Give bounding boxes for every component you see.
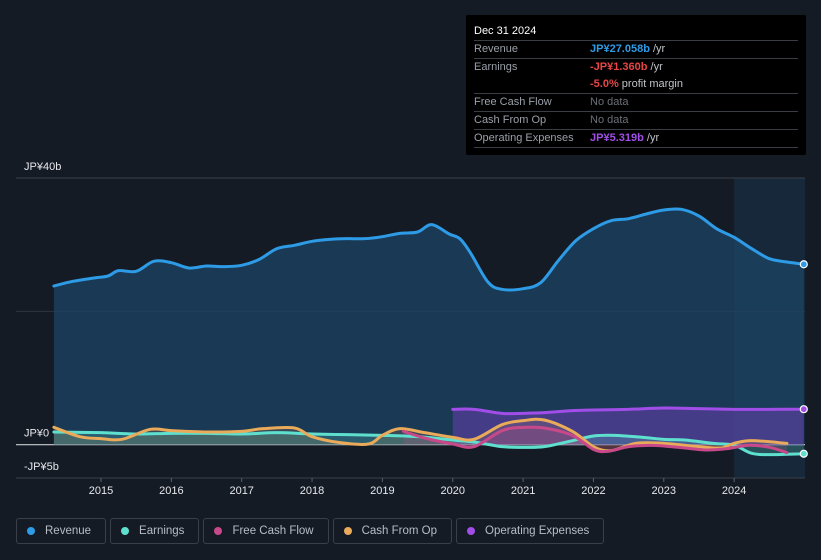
- legend-dot-icon: [467, 527, 476, 535]
- legend-label: Free Cash Flow: [232, 525, 314, 537]
- legend-item-cash-from-op[interactable]: Cash From Op: [332, 518, 453, 544]
- y-tick-label: -JP¥5b: [24, 461, 59, 473]
- tooltip-value: -JP¥1.360b /yr: [590, 61, 663, 73]
- tooltip-label: Operating Expenses: [474, 132, 574, 144]
- legend-label: Earnings: [139, 525, 185, 537]
- tooltip-value: JP¥27.058b /yr: [590, 43, 666, 55]
- tooltip-row: Cash From Op No data: [474, 112, 798, 130]
- tooltip-date: Dec 31 2024: [474, 23, 798, 41]
- y-tick-label: JP¥0: [24, 428, 49, 440]
- legend: Revenue Earnings Free Cash Flow Cash From O…: [16, 518, 605, 544]
- x-tick-label: 2020: [441, 485, 465, 497]
- legend-dot-icon: [27, 527, 35, 535]
- tooltip-label: Revenue: [474, 43, 519, 55]
- tooltip: Dec 31 2024 Revenue JP¥27.058b /yr Earning…: [466, 15, 806, 155]
- legend-dot-icon: [343, 527, 352, 535]
- tooltip-row: Earnings -JP¥1.360b /yr: [474, 59, 798, 76]
- x-tick-label: 2016: [159, 485, 183, 497]
- legend-label: Revenue: [45, 525, 92, 537]
- marker-revenue: [799, 260, 808, 269]
- x-tick-label: 2022: [581, 485, 605, 497]
- legend-label: Operating Expenses: [485, 525, 590, 537]
- tooltip-value: JP¥5.319b /yr: [590, 132, 660, 144]
- tooltip-row: Operating Expenses JP¥5.319b /yr: [474, 130, 798, 148]
- tooltip-value: -5.0% profit margin: [590, 78, 683, 90]
- tooltip-value: No data: [590, 96, 629, 108]
- x-axis: 2015 2016 2017 2018 2019 2020 2021 2022 2023 2024: [89, 478, 746, 497]
- tooltip-label: Earnings: [474, 61, 518, 73]
- tooltip-label: Free Cash Flow: [474, 96, 552, 108]
- tooltip-row: -5.0% profit margin: [474, 76, 798, 94]
- x-tick-label: 2019: [370, 485, 394, 497]
- tooltip-value: No data: [590, 114, 629, 126]
- tooltip-label: Cash From Op: [474, 114, 547, 126]
- x-tick-label: 2024: [722, 485, 746, 497]
- marker-operating-expenses: [799, 405, 808, 414]
- legend-item-free-cash-flow[interactable]: Free Cash Flow: [203, 518, 329, 544]
- tooltip-label: [474, 76, 590, 93]
- legend-dot-icon: [121, 527, 130, 535]
- y-tick-label: JP¥40b: [24, 161, 61, 173]
- x-tick-label: 2023: [652, 485, 676, 497]
- legend-item-revenue[interactable]: Revenue: [16, 518, 107, 544]
- x-tick-label: 2015: [89, 485, 113, 497]
- tooltip-row: Free Cash Flow No data: [474, 94, 798, 112]
- marker-earnings: [799, 449, 808, 458]
- tooltip-row: Revenue JP¥27.058b /yr: [474, 41, 798, 59]
- legend-item-operating-expenses[interactable]: Operating Expenses: [456, 518, 605, 544]
- x-tick-label: 2021: [511, 485, 535, 497]
- legend-label: Cash From Op: [361, 525, 438, 537]
- legend-item-earnings[interactable]: Earnings: [110, 518, 200, 544]
- legend-dot-icon: [214, 527, 223, 535]
- x-tick-label: 2018: [300, 485, 324, 497]
- x-tick-label: 2017: [229, 485, 253, 497]
